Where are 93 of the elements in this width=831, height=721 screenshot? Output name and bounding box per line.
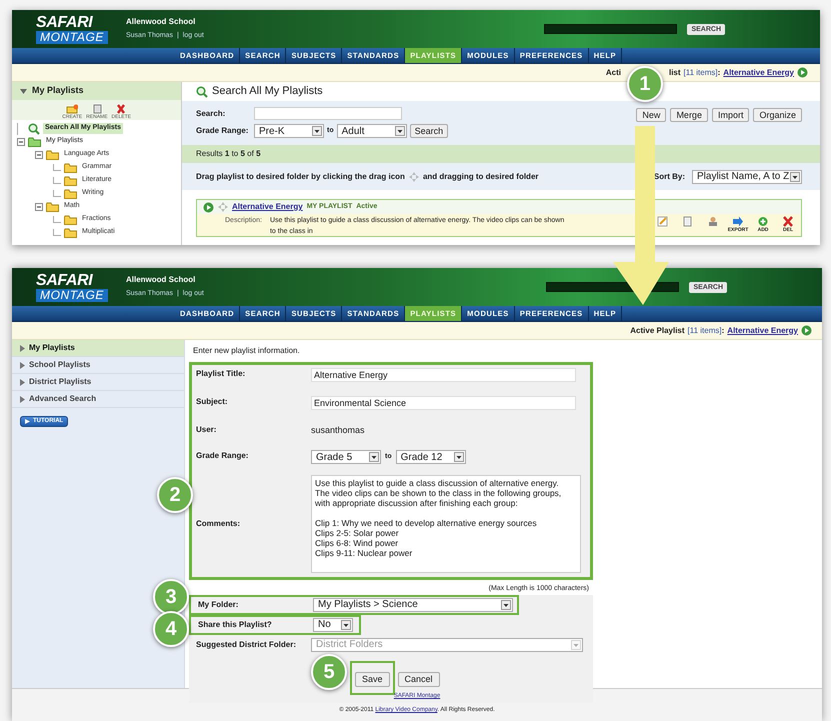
caret-icon [790,172,800,182]
field-label: My Folder: [198,598,240,610]
sort-select[interactable]: Playlist Name, A to Z [692,170,802,184]
playlist-count: [11 items] [688,324,722,336]
sidebar-item[interactable]: My Playlists [12,340,184,357]
active-playlist-label: list [668,66,681,78]
export-icon [732,216,744,227]
add-icon [757,216,769,227]
play-icon [203,202,214,212]
field-label: Search: [196,108,226,120]
sidebar-item[interactable]: Advanced Search [12,391,184,408]
sidebar-item[interactable]: School Playlists [12,357,184,374]
search-icon [28,122,40,134]
section-title: Search All My Playlists [212,84,323,100]
folder-icon [64,228,77,238]
delete-icon [782,216,794,227]
folder-icon [46,150,59,160]
playlist-link[interactable]: Alternative Energy [232,201,303,213]
search-field[interactable] [544,24,678,34]
step-badge: 1 [626,66,663,102]
drag-icon [408,172,419,182]
results-count: Results 1 to 5 of 5 [196,148,261,160]
text-field[interactable]: Alternative Energy [311,368,576,382]
field-label: Grade Range: [196,450,250,462]
user-value: susanthomas [311,424,365,437]
grade-from-select[interactable]: Pre-K [254,124,324,138]
separator: : [718,66,720,78]
sidebar-title: My Playlists [32,84,84,98]
field-label: Comments: [196,518,242,530]
text-field[interactable]: Environmental Science [311,396,576,410]
school-name: Allenwood School [126,274,196,286]
sidebar-item[interactable]: District Playlists [12,374,184,391]
grade-to-select[interactable]: Grade 12 [396,450,466,464]
grade-from-select[interactable]: Grade 5 [311,450,381,464]
field-label: Playlist Title: [196,368,246,380]
play-icon [797,67,808,78]
grade-to-select[interactable]: Adult [336,124,407,138]
drag-hint: and dragging to desired folder [422,170,538,182]
folder-icon [64,176,77,186]
expand-arrow-icon [20,378,25,386]
rename-icon [90,104,103,114]
expand-arrow-icon [20,344,25,352]
comments-field[interactable]: Use this playlist to guide a class discussion of alternative energy. The video clips can be shown to the class in the following groups, with appropriate discussion after finishing each group: Clip 1: Why we need to develop alternative energy sources Clips 2-5: Solar power Clips 6-8: Wind power Clips 9-11: Nuclear power [311,475,581,573]
form-button[interactable]: Cancel [398,672,440,686]
active-playlist-label: Acti [606,66,621,78]
school-name: Allenwood School [126,16,196,28]
drag-icon [218,202,228,212]
caret-icon [341,620,351,630]
caret-icon [454,452,464,462]
playlist-link[interactable]: Alternative Energy [727,324,798,336]
logo: SAFARI MONTAGE [36,272,114,302]
edit-icon[interactable] [657,216,669,227]
playlist-count: [11 items] [684,66,718,78]
caret-icon [369,452,379,462]
caret-icon [394,126,405,136]
field-label: Suggested District Folder: [196,638,298,650]
delete-icon [115,104,128,114]
intro-text: Enter new playlist information. [192,345,301,357]
field-label: Grade Range: [196,125,250,137]
folder-icon [46,202,59,212]
folder-icon [64,214,77,224]
expand-arrow-icon [20,396,25,402]
folder-icon [28,136,41,146]
folder-icon [64,188,77,198]
separator: : [722,324,724,336]
action-button[interactable]: Organize [753,108,802,122]
sort-label: Sort By: [654,170,685,182]
search-button[interactable]: Search [410,124,448,138]
share-icon[interactable] [707,216,719,227]
expand-arrow-icon [20,362,25,368]
playlist-link[interactable]: Alternative Energy [723,66,794,78]
action-button[interactable]: Merge [670,108,708,122]
field-label: Subject: [196,396,229,408]
create-icon [66,104,78,114]
action-button[interactable]: Import [712,108,750,122]
form-button[interactable]: Save [355,672,390,686]
folder-select[interactable]: My Playlists > Science [313,598,513,612]
search-input[interactable] [254,107,402,120]
play-icon [25,419,30,424]
play-icon [801,325,812,336]
copy-icon[interactable] [682,216,694,227]
caret-icon [501,600,511,610]
drag-hint: Drag playlist to desired folder by clicking the drag icon [196,170,405,182]
folder-icon [64,162,77,172]
share-select[interactable]: No [313,618,353,632]
caret-icon [571,640,581,650]
field-label: Share this Playlist? [198,618,273,630]
caret-icon [312,126,322,136]
logo: SAFARI MONTAGE [36,14,114,44]
active-playlist-label: Active Playlist [630,324,685,336]
action-button[interactable]: New [636,108,666,122]
field-label: User: [196,424,218,436]
search-icon [196,86,208,98]
